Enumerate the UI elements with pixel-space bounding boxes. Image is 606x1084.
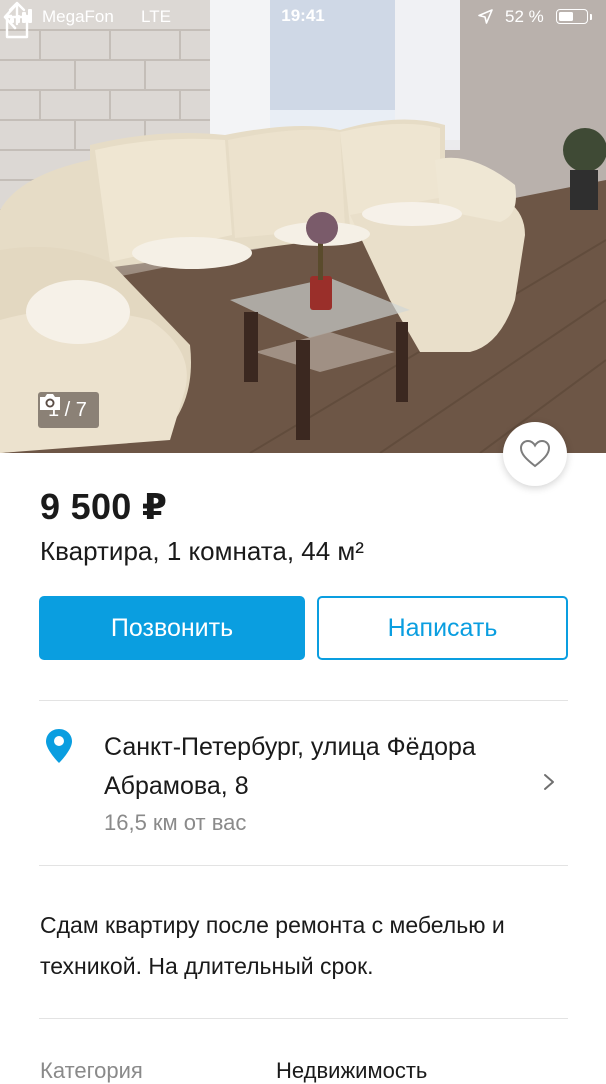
chevron-right-icon[interactable] xyxy=(541,770,557,794)
photo-counter: 1 / 7 xyxy=(38,392,99,428)
listing-price: 9 500 ₽ xyxy=(40,486,168,527)
location-pin-icon xyxy=(46,729,72,763)
listing-description: Сдам квартиру после ремонта с мебелью и … xyxy=(40,912,505,979)
distance-text: 16,5 км от вас xyxy=(104,810,247,835)
call-button[interactable]: Позвонить xyxy=(39,596,305,660)
battery-percent: 52 % xyxy=(505,7,544,26)
photo-illustration xyxy=(0,0,606,453)
listing-subtitle: Квартира, 1 комната, 44 м² xyxy=(40,536,364,566)
write-message-button[interactable]: Написать xyxy=(317,596,568,660)
status-bar: MegaFon LTE 19:41 52 % xyxy=(0,0,606,34)
camera-icon xyxy=(40,394,60,410)
listing-photo[interactable]: MegaFon LTE 19:41 52 % 1 / 7 xyxy=(0,0,606,453)
battery-cap xyxy=(590,14,592,20)
heart-icon xyxy=(519,439,551,468)
favorite-button[interactable] xyxy=(503,422,567,486)
battery-icon xyxy=(556,9,588,24)
location-arrow-icon xyxy=(478,9,493,24)
divider xyxy=(39,865,568,866)
param-label-category: Категория xyxy=(40,1058,143,1083)
param-value-category: Недвижимость xyxy=(276,1058,428,1083)
divider xyxy=(39,1018,568,1019)
divider xyxy=(39,700,568,701)
share-icon[interactable] xyxy=(0,0,34,40)
address-text[interactable]: Санкт-Петербург, улица Фёдора Абрамова, … xyxy=(104,728,524,806)
